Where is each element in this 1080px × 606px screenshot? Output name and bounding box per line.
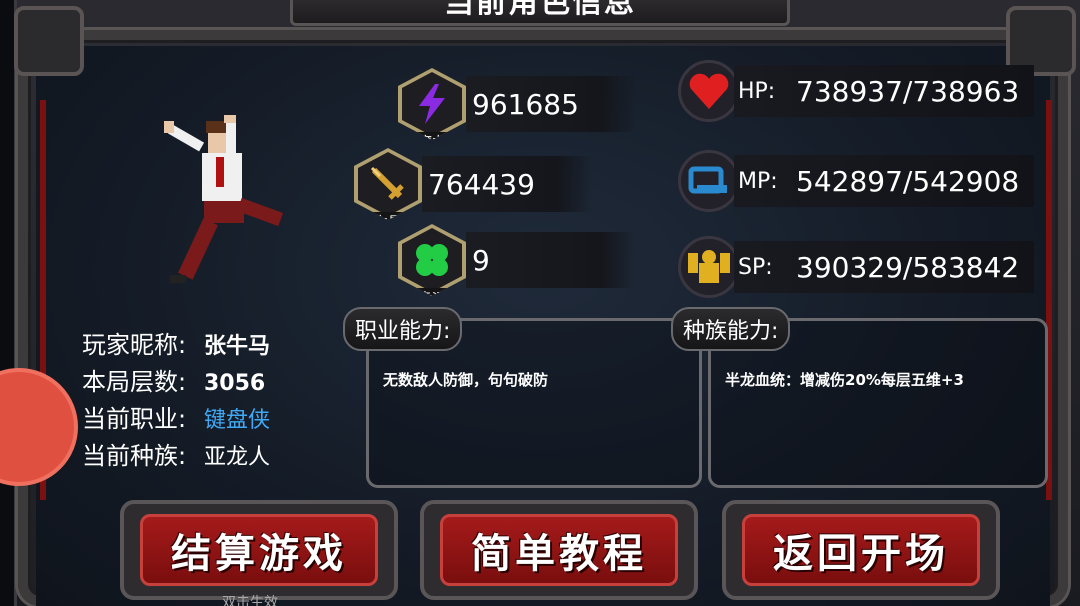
lightning-icon — [419, 84, 445, 124]
resource-sp: SP: 390329/583842 — [678, 236, 1034, 298]
corner-ornament-top-left — [14, 6, 84, 76]
return-start-label: 返回开场 — [773, 531, 949, 577]
sword-icon — [370, 166, 404, 200]
job-row: 当前职业: 键盘侠 — [82, 399, 270, 436]
race-ability-label: 种族能力: — [671, 307, 791, 351]
mana-icon — [688, 166, 727, 194]
nickname-row: 玩家昵称: 张牛马 — [82, 325, 270, 362]
race-ability-box: 种族能力: 半龙血统：增减伤20%每层五维+3 — [671, 307, 1048, 488]
tutorial-label: 简单教程 — [471, 531, 647, 577]
return-start-button[interactable]: 返回开场 — [722, 500, 1000, 600]
nickname-label: 玩家昵称: — [82, 331, 187, 359]
hp-value: 738937/738963 — [796, 74, 1020, 108]
muscle-icon — [688, 250, 730, 283]
resource-hp: HP: 738937/738963 — [678, 60, 1034, 122]
stat-strength: 力量 764439 — [354, 148, 592, 220]
heart-icon — [689, 73, 729, 109]
sp-value: 390329/583842 — [796, 250, 1020, 284]
job-ability-label: 职业能力: — [343, 307, 463, 351]
floor-value: 3056 — [204, 371, 266, 396]
clover-icon — [416, 244, 448, 276]
floor-row: 本局层数: 3056 — [82, 362, 270, 399]
player-info: 玩家昵称: 张牛马 本局层数: 3056 当前职业: 键盘侠 当前种族: 亚龙人 — [82, 325, 270, 473]
job-label: 当前职业: — [82, 405, 187, 433]
race-value: 亚龙人 — [204, 445, 271, 470]
hp-label: HP: — [738, 78, 776, 104]
mp-value: 542897/542908 — [796, 164, 1020, 198]
tutorial-button[interactable]: 简单教程 — [420, 500, 698, 600]
settle-hint: 双击生效 — [222, 595, 278, 606]
title-bar: 当前角色信息 — [290, 0, 790, 26]
luck-hex: 幸运 — [398, 224, 466, 296]
strength-value: 764439 — [428, 167, 535, 201]
hp-icon-holder — [678, 60, 740, 122]
character-sprite — [164, 115, 284, 283]
settle-game-label: 结算游戏 — [171, 531, 347, 577]
stat-luck: 幸运 9 — [398, 224, 636, 296]
job-value: 键盘侠 — [204, 408, 271, 433]
stat-magic: 魔力 961685 — [398, 68, 636, 140]
job-ability-box: 职业能力: 无数敌人防御，句句破防 — [343, 307, 702, 488]
race-row: 当前种族: 亚龙人 — [82, 436, 270, 473]
mp-icon-holder — [678, 150, 740, 212]
mp-label: MP: — [738, 168, 778, 194]
job-ability-description: 无数敌人防御，句句破防 — [383, 371, 549, 389]
magic-value: 961685 — [472, 87, 579, 121]
settle-game-button[interactable]: 结算游戏 — [120, 500, 398, 600]
sp-icon-holder — [678, 236, 740, 298]
sp-label: SP: — [738, 254, 773, 280]
resource-mp: MP: 542897/542908 — [678, 150, 1034, 212]
floor-label: 本局层数: — [82, 368, 187, 396]
magic-hex: 魔力 — [398, 68, 466, 140]
race-ability-description: 半龙血统：增减伤20%每层五维+3 — [725, 371, 964, 389]
nickname-value: 张牛马 — [204, 334, 271, 359]
page-title: 当前角色信息 — [444, 0, 636, 20]
strength-hex: 力量 — [354, 148, 422, 220]
luck-value: 9 — [472, 243, 490, 277]
race-label: 当前种族: — [82, 442, 187, 470]
